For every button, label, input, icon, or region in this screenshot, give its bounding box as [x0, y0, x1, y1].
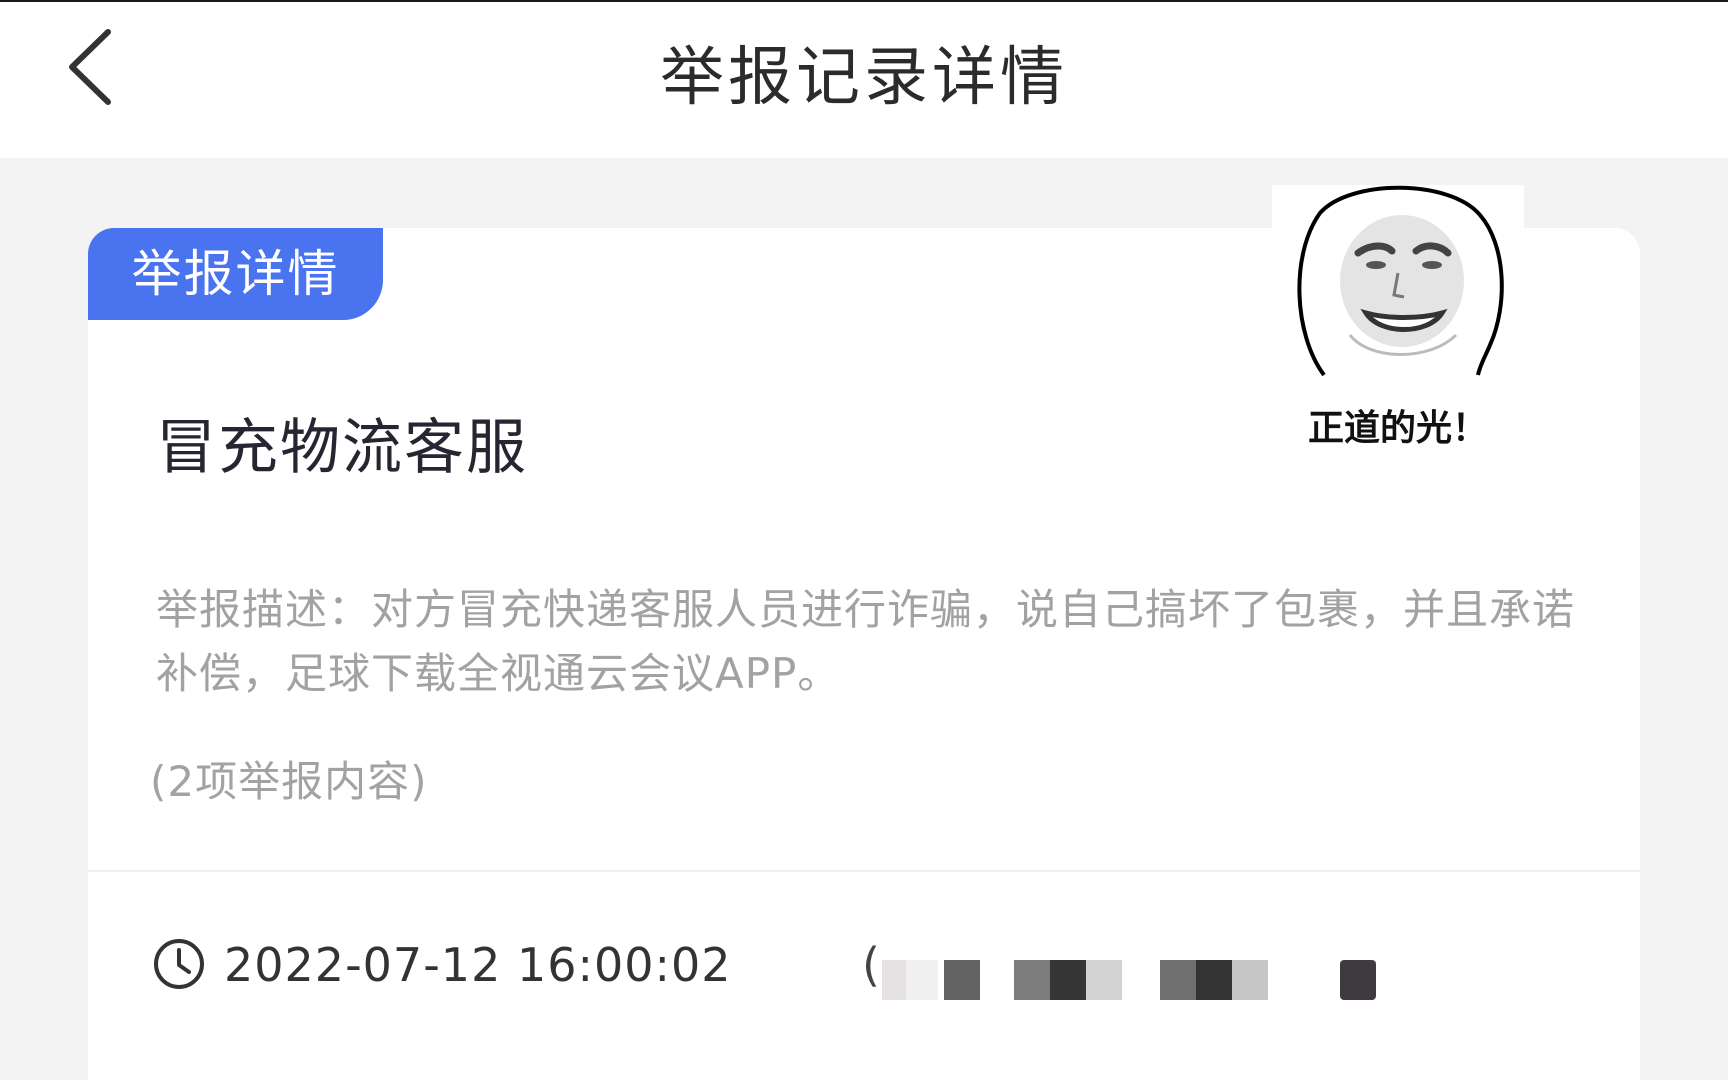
report-count[interactable]: (2项举报内容)	[150, 752, 428, 812]
nav-bar: 举报记录详情	[0, 2, 1728, 158]
divider	[88, 870, 1640, 872]
section-tag: 举报详情	[88, 228, 383, 320]
report-time: 2022-07-12 16:00:02	[224, 938, 732, 992]
report-title: 冒充物流客服	[156, 413, 528, 483]
clock-icon	[154, 939, 204, 989]
report-detail-screen: 举报记录详情 举报详情 冒充物流客服 举报描述：对方冒充快递客服人员进行诈骗，说…	[0, 0, 1728, 1080]
report-description: 举报描述：对方冒充快递客服人员进行诈骗，说自己搞坏了包裹，并且承诺补偿，足球下载…	[156, 585, 1576, 698]
redacted-status	[882, 960, 1382, 1000]
status-prefix: (	[862, 938, 880, 992]
page-title: 举报记录详情	[660, 41, 1068, 115]
meme-sticker: 正道的光！	[1272, 185, 1524, 460]
meme-caption: 正道的光！	[1307, 408, 1488, 449]
meme-face-icon	[1297, 185, 1504, 377]
